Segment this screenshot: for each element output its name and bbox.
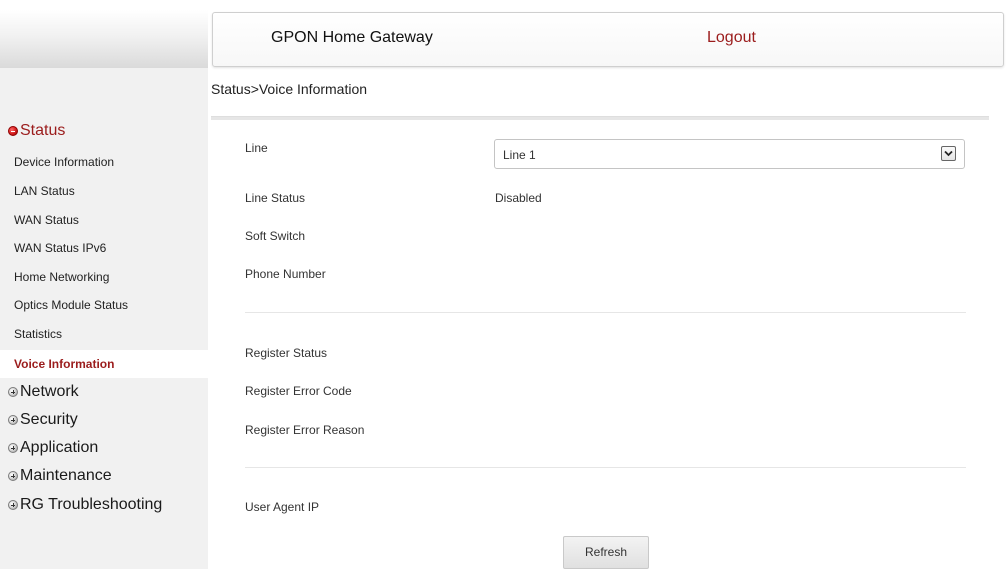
sidebar-section-maintenance[interactable]: Maintenance xyxy=(8,467,112,485)
top-header: GPON Home Gateway Logout xyxy=(212,12,1004,67)
header-title: GPON Home Gateway xyxy=(271,29,433,46)
section-divider xyxy=(245,467,966,468)
breadcrumb-divider xyxy=(211,116,989,120)
plus-circle-icon xyxy=(8,443,18,453)
register-error-code-label: Register Error Code xyxy=(245,384,352,398)
logout-link[interactable]: Logout xyxy=(707,29,756,47)
sidebar-section-network[interactable]: Network xyxy=(8,383,79,401)
section-divider xyxy=(245,312,966,313)
sidebar-item-wan-status-ipv6[interactable]: WAN Status IPv6 xyxy=(14,241,106,255)
sidebar-item-voice-information[interactable]: Voice Information xyxy=(14,357,114,371)
sidebar-section-label: Application xyxy=(20,439,99,456)
plus-circle-icon xyxy=(8,387,18,397)
sidebar xyxy=(0,68,208,569)
sidebar-section-label: Status xyxy=(20,122,66,139)
sidebar-section-status[interactable]: Status xyxy=(8,122,65,140)
sidebar-banner xyxy=(0,10,208,68)
minus-circle-icon xyxy=(8,126,18,136)
line-select-value: Line 1 xyxy=(503,148,536,162)
chevron-down-icon[interactable] xyxy=(941,146,956,161)
register-status-label: Register Status xyxy=(245,346,328,360)
line-status-label: Line Status xyxy=(245,191,306,205)
breadcrumb: Status>Voice Information xyxy=(211,81,368,97)
sidebar-item-wan-status[interactable]: WAN Status xyxy=(14,213,79,227)
sidebar-item-optics-module-status[interactable]: Optics Module Status xyxy=(14,298,128,312)
plus-circle-icon xyxy=(8,500,18,510)
sidebar-item-statistics[interactable]: Statistics xyxy=(14,327,62,341)
line-status-value: Disabled xyxy=(495,191,542,205)
sidebar-section-security[interactable]: Security xyxy=(8,411,78,429)
register-error-reason-label: Register Error Reason xyxy=(245,423,365,437)
line-label: Line xyxy=(245,141,268,155)
plus-circle-icon xyxy=(8,415,18,425)
user-agent-ip-label: User Agent IP xyxy=(245,500,320,514)
line-select[interactable]: Line 1 xyxy=(494,139,965,169)
sidebar-section-application[interactable]: Application xyxy=(8,439,98,457)
sidebar-section-label: Security xyxy=(20,411,78,428)
sidebar-item-device-information[interactable]: Device Information xyxy=(14,155,114,169)
sidebar-item-lan-status[interactable]: LAN Status xyxy=(14,184,75,198)
soft-switch-label: Soft Switch xyxy=(245,229,306,243)
plus-circle-icon xyxy=(8,471,18,481)
sidebar-section-label: RG Troubleshooting xyxy=(20,496,163,513)
sidebar-section-rg-troubleshooting[interactable]: RG Troubleshooting xyxy=(8,496,162,514)
sidebar-item-home-networking[interactable]: Home Networking xyxy=(14,270,109,284)
phone-number-label: Phone Number xyxy=(245,267,326,281)
sidebar-section-label: Network xyxy=(20,383,79,400)
refresh-button[interactable]: Refresh xyxy=(563,536,649,569)
sidebar-section-label: Maintenance xyxy=(20,467,112,484)
